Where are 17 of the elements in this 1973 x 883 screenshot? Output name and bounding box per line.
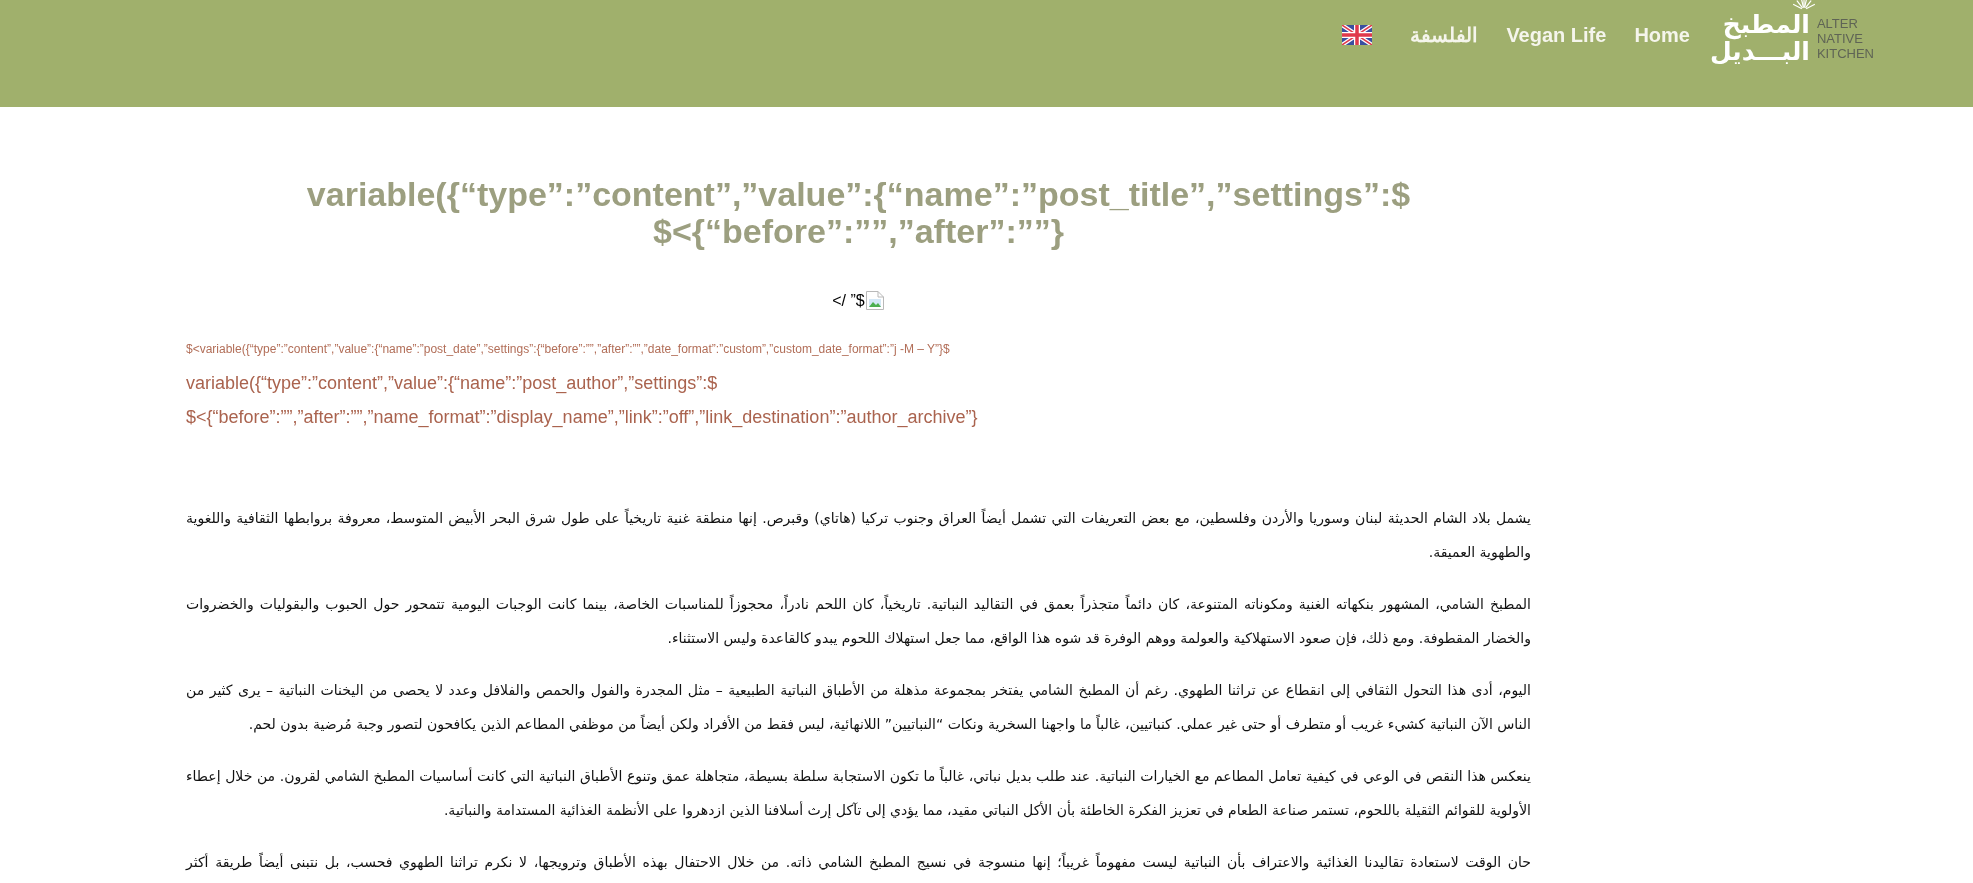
logo-english-name: ALTER NATIVE KITCHEN: [1816, 16, 1874, 61]
image-markup-text: </ ”$: [832, 290, 865, 311]
article-paragraph: ينعكس هذا النقص في الوعي في كيفية تعامل المطاعم مع الخيارات النباتية. عند طلب بديل نباتي، غالباً ما تكون الاستجابة سلطة بسيطة، متجاهلة عمق وتنوع الأطباق النباتية التي كانت أساسيات المطبخ الشامي لقرون. من خلال إعطاء الأولوية للقوائم الثقيلة باللحوم، تستمر صناعة الطعام في تعزيز الفكرة الخاطئة بأن الأكل النباتي مقيد، مما يؤدي إلى تآكل إرث أسلافنا الذين ازدهروا على الأنظمة الغذائية المستدامة والنباتية.: [186, 765, 1531, 821]
sunburst-icon: [1790, 0, 1817, 11]
broken-image-icon: [864, 290, 885, 311]
post-author-text: variable({“type”:”content”,”value”:{“name”:”post_author”,”settings”:$ $<{“before”:””,”after”:””,”name_format”:”display_name”,”link”:”off”,”link_destination”:”author_archive”}: [186, 372, 979, 430]
post-title: variable({“type”:”content”,”value”:{“name”:”post_title”,”settings”:$ $<{“before”:””,”after”:””}: [305, 176, 1412, 250]
article-paragraph: حان الوقت لاستعادة تقاليدنا الغذائية والاعتراف بأن النباتية ليست مفهوماً غريباً؛ إنها منسوجة في نسيج المطبخ الشامي ذاته. من خلال الاحتفال بهذه الأطباق وترويجها، لا نكرم تراثنا الطهوي فحسب، بل نتبنى أيضاً طريقة أكثر: [186, 851, 1531, 873]
post-date-text: $<variable({“type”:”content”,”value”:{“name”:”post_date”,”settings”:{“before”:””,”after”:””,”date_format”:”custom”,”custom_date_format”:”j -M – Y”}$: [186, 341, 951, 357]
nav-link[interactable]: Vegan Life: [1506, 22, 1607, 48]
nav-link[interactable]: Home: [1634, 22, 1690, 48]
article-paragraph: يشمل بلاد الشام الحديثة لبنان وسوريا والأردن وفلسطين، مع بعض التعريفات التي تشمل أيضاً العراق وجنوب تركيا (هاتاي) وقبرص. إنها منطقة غنية تاريخياً على طول شرق البحر الأبيض المتوسط، معروفة بروابطها الثقافية واللغوية والطهوية العميقة.: [186, 507, 1531, 563]
uk-flag-icon[interactable]: [1342, 25, 1373, 45]
nav-link[interactable]: الفلسفة: [1410, 22, 1479, 48]
article-paragraph: المطبخ الشامي، المشهور بنكهاته الغنية ومكوناته المتنوعة، كان دائماً متجذراً بعمق في التقاليد النباتية. تاريخياً، كان اللحم نادراً، محجوزاً للمناسبات الخاصة، بينما كانت الوجبات اليومية تتمحور حول الحبوب والبقوليات والخضروات والخضار المقطوفة. ومع ذلك، فإن صعود الاستهلاكية والعولمة ووهم الوفرة قد شوه هذا الواقع، مما جعل استهلاك اللحوم يبدو كالقاعدة وليس الاستثناء.: [186, 593, 1531, 649]
logo-arabic-name: المطبخ البـــديل: [1710, 11, 1810, 65]
article-paragraph: اليوم، أدى هذا التحول الثقافي إلى انقطاع عن تراثنا الطهوي. رغم أن المطبخ الشامي يفتخر بمجموعة مذهلة من الأطباق النباتية الطبيعية – مثل المجدرة والفول والحمص والفلافل وعدد لا يحصى من اليخنات النباتية – يرى كثير من الناس الآن النباتية كشيء غريب أو متطرف أو حتى غير عملي. كنباتيين، غالباً ما واجهنا السخرية ونكات “النباتيين” اللانهائية، ليس فقط من الأفراد ولكن أيضاً من موظفي المطاعم الذين يكافحون لتصور وجبة مُرضية بدون لحم.: [186, 680, 1531, 735]
